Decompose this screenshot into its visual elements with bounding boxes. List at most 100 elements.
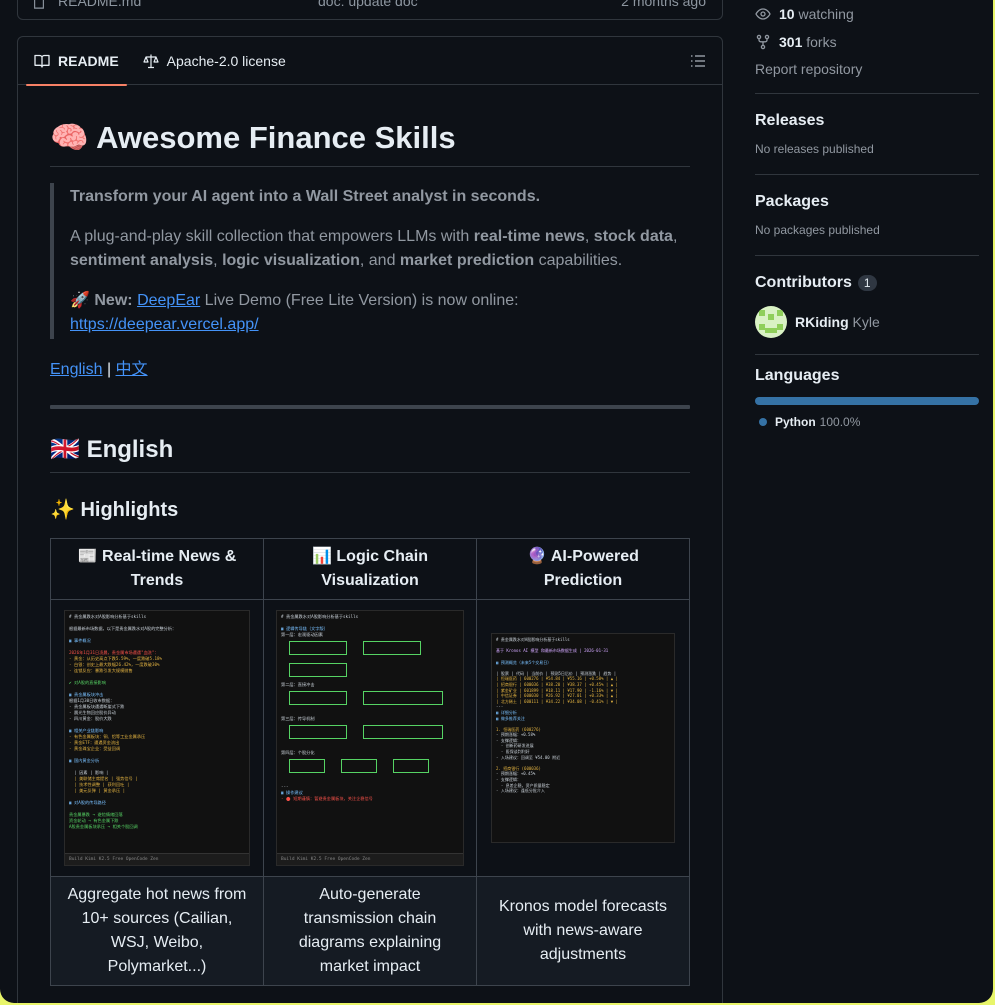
news-screenshot[interactable]: # 贵金属跌水对A股影响分析基于skills 根据最新市场数据，以下是贵金属跌水… [64,610,250,867]
eye-icon [755,8,771,20]
table-header: 🔮 AI-Powered Prediction [476,538,690,601]
divider [755,255,979,256]
file-row[interactable]: README.md doc: update doc 2 months ago [17,0,723,20]
watching-stat[interactable]: 10 watching [755,0,979,28]
header-text: AI-Powered Prediction [543,548,639,590]
table-cell: Aggregate hot news from 10+ sources (Cai… [50,876,264,987]
language-name: Python [775,415,816,429]
table-header-row: 📰 Real-time News & Trends 📊 Logic Chain … [50,538,690,601]
watching-label: watching [798,6,854,22]
contributor-login: RKiding [795,314,849,330]
page-title: 🧠 Awesome Finance Skills [50,119,690,168]
intro-text: , and [359,252,400,270]
divider [755,93,979,94]
table-image-row: # 贵金属跌水对A股影响分析基于skills 根据最新市场数据，以下是贵金属跌水… [50,599,690,878]
contributors-heading[interactable]: Contributors 1 [755,274,979,292]
section-heading-english: 🇬🇧 English [50,435,690,474]
highlights-heading: ✨ Highlights [50,497,690,522]
horizontal-rule [50,405,690,410]
highlights-text: Highlights [80,499,179,522]
intro-text: A plug-and-play skill collection that em… [70,228,474,246]
intro-text: , [213,252,223,270]
language-color-dot [759,418,767,426]
brain-emoji: 🧠 [50,120,89,155]
tagline: Transform your AI agent into a Wall Stre… [70,188,541,206]
packages-text: No packages published [755,223,880,237]
outline-list-icon[interactable] [690,53,706,69]
divider [755,354,979,355]
tab-readme-label: README [58,52,119,69]
file-icon [34,0,44,9]
shot-footer: Build Kimi K2.5 Free OpenCode Zen [277,853,463,866]
table-cell: # 贵金属跌水对A股影响分析基于skills 根据最新市场数据，以下是贵金属跌水… [50,599,264,878]
watching-count: 10 [779,6,795,22]
forks-count: 301 [779,34,803,50]
commit-message[interactable]: doc: update doc [318,0,418,9]
tab-license-label: Apache-2.0 license [166,52,286,69]
sparkles-emoji: ✨ [50,499,75,522]
forks-stat[interactable]: 301 forks [755,28,979,56]
packages-heading[interactable]: Packages [755,193,979,211]
releases-heading[interactable]: Releases [755,112,979,130]
readme-tabs: README Apache-2.0 license [18,37,722,86]
table-description-row: Aggregate hot news from 10+ sources (Cai… [50,876,690,987]
intro-bold: real-time news [473,228,585,246]
contributor-item[interactable]: RKiding Kyle [755,306,979,338]
readme-content: 🧠 Awesome Finance Skills Transform your … [50,85,690,987]
blockquote: Transform your AI agent into a Wall Stre… [50,183,690,340]
highlights-table: 📰 Real-time News & Trends 📊 Logic Chain … [50,538,690,987]
avatar[interactable] [755,306,787,338]
header-text: Logic Chain Visualization [321,548,428,590]
intro-text: , [584,228,594,246]
demo-url-link[interactable]: https://deepear.vercel.app/ [70,316,259,333]
intro-text: capabilities. [534,252,623,270]
language-bar [755,397,979,405]
news-paragraph: 🚀 New: DeepEar Live Demo (Free Lite Vers… [70,289,690,337]
readme-box: README Apache-2.0 license 🧠 Awesome Fina… [17,36,723,1003]
page: README.md doc: update doc 2 months ago R… [0,0,993,1003]
contributors-title: Contributors [755,274,852,291]
intro-bold: sentiment analysis [70,252,214,270]
contributors-count-badge: 1 [857,275,877,291]
table-cell: # 贵金属跌水对A股影响分析基于skills 基于 Kronos AI 模型 和… [476,599,690,878]
intro-text: , [672,228,678,246]
report-repository-link[interactable]: Report repository [755,61,979,77]
header-text: Real-time News & Trends [102,548,237,590]
language-links: English | 中文 [50,355,690,379]
lang-separator: | [106,361,112,379]
file-name[interactable]: README.md [58,0,141,9]
commit-age: 2 months ago [621,0,706,9]
contributor-name: Kyle [852,314,880,330]
shot-footer: Build Kimi K2.5 Free OpenCode Zen [65,853,249,866]
intro-bold: stock data [593,228,673,246]
newspaper-emoji: 📰 [77,548,98,566]
table-header: 📰 Real-time News & Trends [50,538,264,601]
section-heading-text: English [86,436,174,464]
intro-paragraph: A plug-and-play skill collection that em… [70,225,690,273]
fork-icon [756,34,770,50]
uk-flag-emoji: 🇬🇧 [50,436,80,464]
news-text: Live Demo (Free Lite Version) is now onl… [200,292,519,310]
intro-bold: market prediction [399,252,535,270]
tab-readme[interactable]: README [26,37,127,86]
english-link[interactable]: English [50,361,102,378]
tab-license[interactable]: Apache-2.0 license [135,37,294,85]
language-percent: 100.0% [819,415,861,429]
law-icon [143,54,159,68]
book-icon [34,54,50,68]
prediction-screenshot[interactable]: # 贵金属跌水对A股影响分析基于skills 基于 Kronos AI 模型 和… [491,633,675,844]
forks-label: forks [806,34,837,50]
table-cell: # 贵金属跌水对A股影响分析基于skills ▦ 逻辑传导链（文字版） 第一层：… [263,599,477,878]
releases-text: No releases published [755,142,874,156]
new-label: New: [94,292,133,310]
chinese-link[interactable]: 中文 [116,361,148,378]
table-cell: Kronos model forecasts with news-aware a… [476,876,690,987]
language-item[interactable]: Python 100.0% [755,415,979,429]
logic-chain-screenshot[interactable]: # 贵金属跌水对A股影响分析基于skills ▦ 逻辑传导链（文字版） 第一层：… [276,610,464,867]
title-text: Awesome Finance Skills [96,120,456,155]
rocket-emoji: 🚀 [70,292,90,310]
chart-emoji: 📊 [312,548,332,566]
table-cell: Auto-generate transmission chain diagram… [263,876,477,987]
divider [755,174,979,175]
deepear-link[interactable]: DeepEar [137,292,200,309]
